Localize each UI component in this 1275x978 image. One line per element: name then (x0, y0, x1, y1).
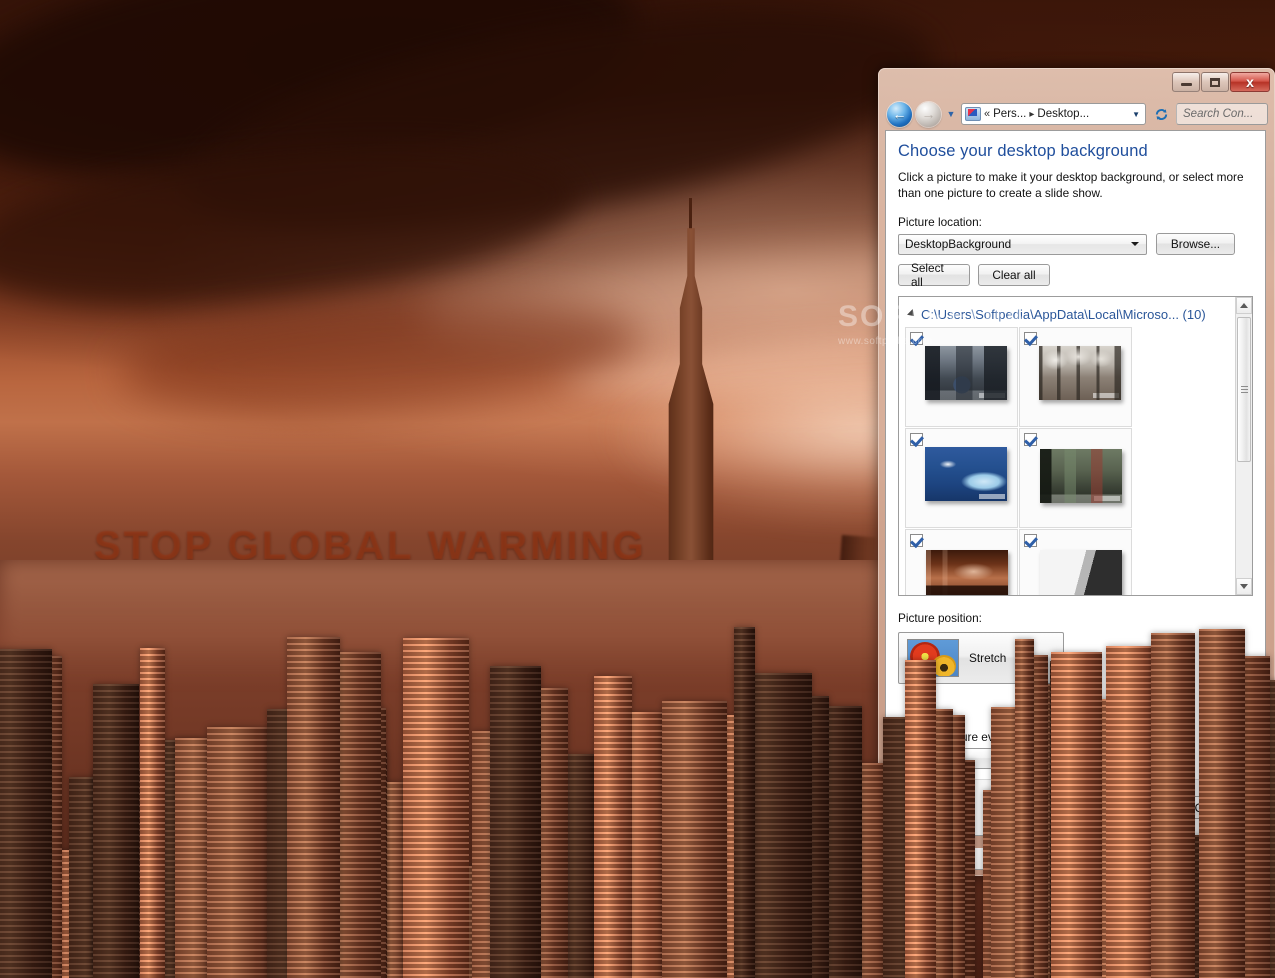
wallpaper-thumbnail-alley-garbage[interactable] (925, 346, 1007, 401)
wallpaper-checkbox-abandoned-street[interactable] (1024, 433, 1037, 447)
wallpaper-checkbox-glacier-cliff[interactable] (1024, 534, 1037, 548)
back-arrow-icon: ← (892, 106, 907, 122)
skyline-building (0, 649, 52, 978)
thumbnail-caption-strip (1093, 393, 1119, 399)
wallpaper-thumbnail-polar-bear-iceberg[interactable] (925, 447, 1007, 502)
address-bar-row[interactable]: ← → ▼ « Pers... ▸ Desktop... ▼ Search Co… (879, 99, 1274, 129)
skyline-building (662, 701, 727, 978)
wallpaper-checkbox-alley-garbage[interactable] (910, 332, 923, 346)
thumbnail-caption-strip (979, 393, 1005, 399)
maximize-button[interactable] (1201, 72, 1229, 92)
chevron-down-icon (1131, 242, 1139, 247)
skyline-building (287, 637, 340, 978)
picture-position-value: Stretch (969, 651, 1007, 666)
picture-location-select[interactable]: DesktopBackground (898, 233, 1147, 255)
recent-pages-button[interactable]: ▼ (945, 109, 957, 119)
wallpaper-thumbnail-smokestacks-wasteland[interactable] (1039, 346, 1121, 401)
skyline-building (140, 648, 165, 978)
skyline-building (734, 627, 755, 978)
skyline-building (1151, 633, 1195, 978)
thumbnail-caption-strip (979, 494, 1005, 500)
window-controls[interactable]: x (1172, 72, 1270, 92)
thumbnail-grid (905, 327, 1235, 596)
wallpaper-cell-smokestacks-wasteland[interactable] (1019, 327, 1132, 428)
minimize-icon (1180, 83, 1192, 86)
wallpaper-cell-glacier-cliff[interactable] (1019, 529, 1132, 596)
scroll-up-arrow-icon (1240, 303, 1248, 309)
skyline-building (403, 638, 469, 978)
breadcrumb-item-desktop-background[interactable]: Desktop... (1037, 108, 1089, 120)
skyline-building (905, 660, 936, 978)
scrollbar-grip-icon (1240, 386, 1248, 394)
select-all-button[interactable]: Select all (898, 261, 970, 289)
scrollbar-thumb[interactable] (1237, 317, 1251, 463)
wallpaper-checkbox-smokestacks-wasteland[interactable] (1024, 332, 1037, 346)
scroll-up-button[interactable] (1236, 297, 1252, 315)
page-description: Click a picture to make it your desktop … (898, 170, 1244, 200)
gallery-group-title: C:\Users\Softpedia\AppData\Local\Microso… (921, 306, 1206, 322)
forward-button[interactable]: → (916, 101, 941, 127)
picture-location-value: DesktopBackground (905, 237, 1012, 252)
forward-arrow-icon: → (921, 106, 936, 122)
wallpaper-thumbnail-sepia-city-skyline[interactable] (926, 550, 1008, 596)
search-input[interactable]: Search Con... (1176, 103, 1268, 125)
wallpaper-thumbnail-glacier-cliff[interactable] (1040, 550, 1122, 596)
wallpaper-cell-abandoned-street[interactable] (1019, 428, 1132, 529)
maximize-icon (1210, 77, 1220, 87)
gallery-scrollbar[interactable] (1235, 297, 1252, 596)
gallery-group-header[interactable]: C:\Users\Softpedia\AppData\Local\Microso… (905, 303, 1235, 325)
skyline-building (1199, 629, 1245, 978)
selection-buttons-row: Select all Clear all (898, 261, 1253, 289)
breadcrumb-separator-icon: ▸ (1029, 108, 1035, 120)
back-button[interactable]: ← (887, 101, 912, 127)
browse-button[interactable]: Browse... (1156, 233, 1235, 256)
scroll-down-arrow-icon (1240, 584, 1248, 590)
title-bar[interactable]: x (879, 69, 1274, 99)
breadcrumb-overflow-icon[interactable]: « (984, 108, 990, 120)
gallery-scroll-region: C:\Users\Softpedia\AppData\Local\Microso… (899, 297, 1235, 596)
refresh-button[interactable] (1150, 103, 1172, 125)
wallpaper-checkbox-polar-bear-iceberg[interactable] (910, 433, 923, 447)
wallpaper-cell-polar-bear-iceberg[interactable] (905, 428, 1018, 529)
page-title: Choose your desktop background (898, 142, 1148, 160)
chevron-down-icon[interactable]: ▼ (1132, 110, 1143, 119)
breadcrumb-address-bar[interactable]: « Pers... ▸ Desktop... ▼ (961, 103, 1146, 125)
wallpaper-checkbox-sepia-city-skyline[interactable] (910, 534, 923, 548)
thumbnail-caption-strip (1094, 496, 1120, 502)
search-placeholder: Search Con... (1183, 108, 1254, 120)
skyline-building (594, 676, 632, 978)
close-button[interactable]: x (1230, 72, 1270, 92)
wallpaper-cell-alley-garbage[interactable] (905, 327, 1018, 428)
wallpaper-thumbnail-abandoned-street[interactable] (1040, 449, 1122, 504)
skyline-building (1051, 652, 1102, 978)
wallpaper-gallery[interactable]: C:\Users\Softpedia\AppData\Local\Microso… (898, 296, 1253, 597)
skyline-building (93, 684, 139, 978)
wallpaper-cell-sepia-city-skyline[interactable] (905, 529, 1018, 596)
control-panel-icon (965, 107, 981, 121)
close-icon: x (1246, 74, 1254, 90)
picture-location-label: Picture location: (898, 215, 982, 230)
collapse-triangle-icon[interactable] (907, 309, 917, 320)
minimize-button[interactable] (1172, 72, 1200, 92)
breadcrumb-item-personalization[interactable]: Pers... (993, 108, 1026, 120)
skyline-building (1015, 639, 1034, 978)
skyline-building (490, 666, 541, 978)
scroll-down-button[interactable] (1236, 578, 1252, 596)
refresh-icon (1155, 108, 1167, 120)
picture-location-row: DesktopBackground Browse... (898, 233, 1253, 256)
picture-position-label: Picture position: (898, 611, 982, 626)
clear-all-button[interactable]: Clear all (978, 264, 1050, 287)
